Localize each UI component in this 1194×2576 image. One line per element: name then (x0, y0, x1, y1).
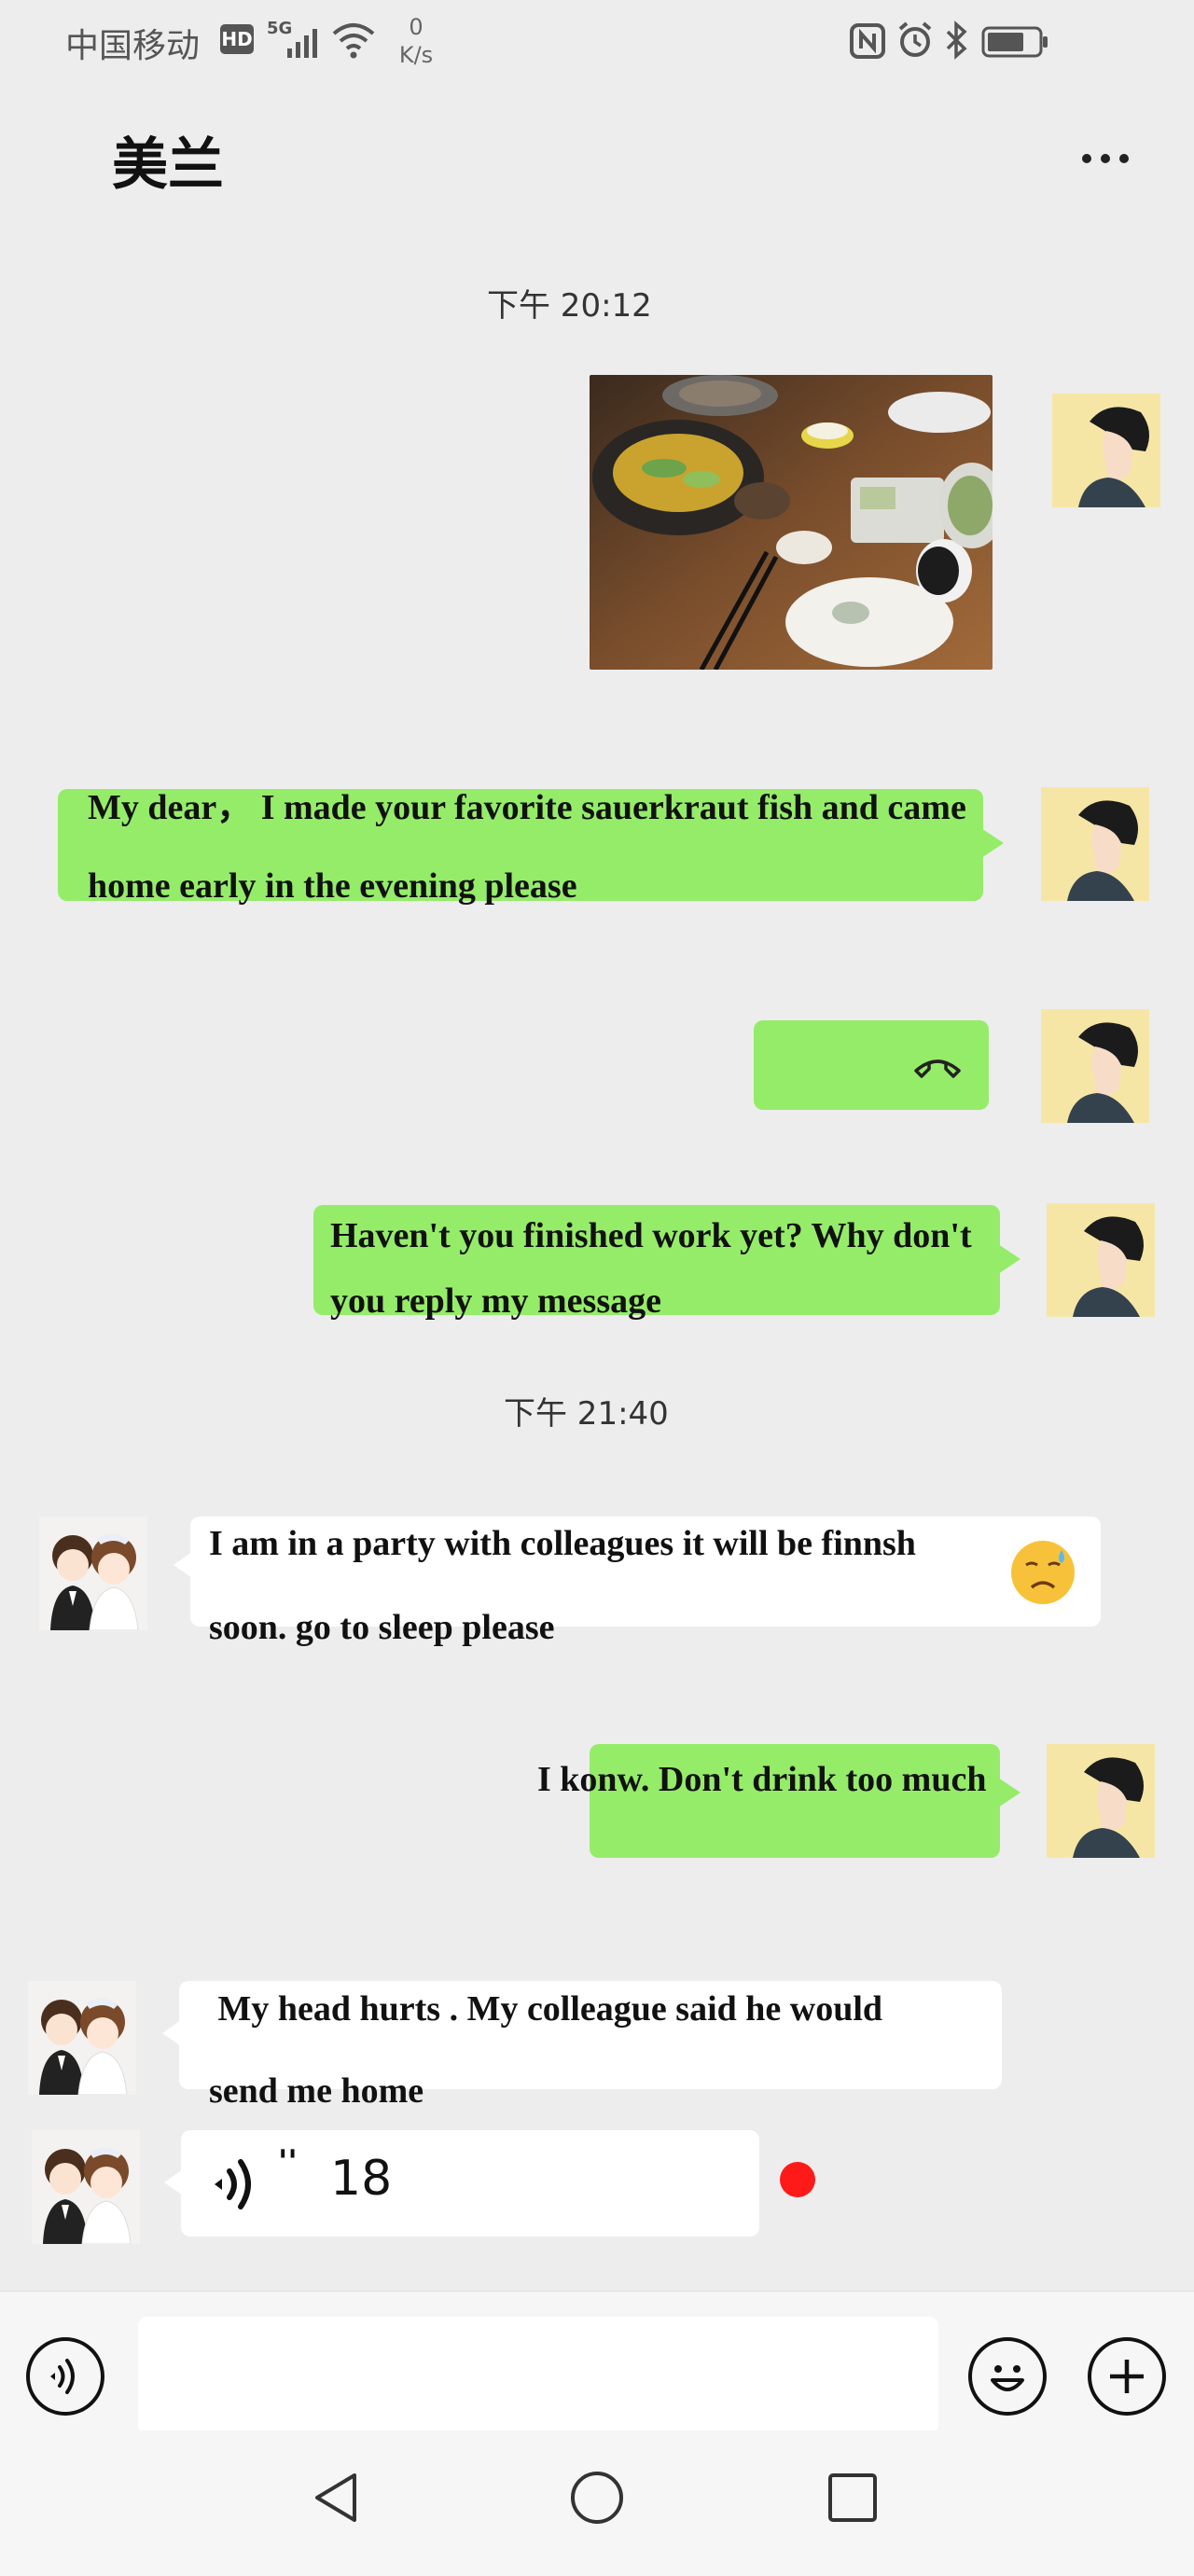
more-icon-dot (1101, 154, 1110, 163)
alarm-icon (898, 21, 932, 57)
avatar-image (1047, 1203, 1155, 1317)
bubble-tail (998, 1778, 1020, 1807)
avatar-image (28, 1981, 136, 2095)
chat-title: 美兰 (112, 132, 224, 198)
status-bar: 中国移动 HD 5G 0 K/s (0, 0, 1194, 86)
hang-up-icon (914, 1059, 961, 1078)
signal-icon (287, 29, 317, 58)
bluetooth-icon (946, 21, 967, 60)
text-message-bubble[interactable]: I konw. Don't drink too much (537, 1744, 1000, 1858)
timestamp: 下午 21:40 (504, 1395, 669, 1433)
contact-avatar[interactable] (39, 1517, 147, 1630)
recents-nav-icon[interactable] (826, 2472, 879, 2524)
unread-dot (780, 2162, 815, 2197)
net-speed: 0 K/s (388, 13, 444, 69)
contact-avatar[interactable] (32, 2130, 140, 2244)
avatar-image (1047, 1744, 1155, 1858)
more-icon (1082, 154, 1091, 163)
bubble-tail (981, 828, 1004, 858)
avatar-image (32, 2130, 140, 2244)
avatar-image (1052, 394, 1160, 507)
more-icon-dot (1119, 154, 1129, 163)
my-avatar[interactable] (1047, 1744, 1155, 1858)
net-speed-unit: K/s (398, 42, 434, 68)
add-button[interactable] (1088, 2337, 1166, 2416)
add-icon (1110, 2360, 1144, 2393)
seconds-mark: '' (278, 2143, 298, 2181)
battery-icon (981, 26, 1048, 58)
avatar-image (1041, 1009, 1149, 1123)
crying-emoji-icon (1011, 1541, 1075, 1604)
my-avatar[interactable] (1041, 1009, 1149, 1123)
voice-icon (215, 2159, 251, 2209)
bubble-tail (162, 2020, 181, 2046)
net-speed-value: 0 (409, 14, 423, 40)
my-avatar[interactable] (1052, 394, 1160, 507)
my-avatar[interactable] (1041, 787, 1149, 901)
bubble-tail (174, 1552, 192, 1578)
photo-message[interactable] (590, 375, 993, 670)
text-message-bubble[interactable]: My head hurts . My colleague said he wou… (179, 1981, 1002, 2111)
emoji-button[interactable] (968, 2337, 1047, 2416)
voice-message-bubble[interactable]: '' 18 (181, 2130, 759, 2237)
message-input[interactable] (138, 2317, 938, 2434)
nfc-icon (850, 23, 885, 59)
avatar-image (1041, 787, 1149, 901)
voice-icon (50, 2359, 75, 2394)
voice-input-button[interactable] (26, 2337, 104, 2416)
voice-duration: 18 (330, 2151, 393, 2207)
my-avatar[interactable] (1047, 1203, 1155, 1317)
hd-badge: HD (220, 24, 254, 54)
text-message-bubble[interactable]: My dear， I made your favorite sauerkraut… (58, 788, 983, 906)
contact-avatar[interactable] (28, 1981, 136, 2095)
message-text: My dear， I made your favorite sauerkraut… (88, 788, 966, 906)
bubble-tail (998, 1244, 1020, 1274)
text-message-bubble[interactable]: Haven't you finished work yet? Why don't… (313, 1205, 1000, 1321)
message-text: Haven't you finished work yet? Why don't… (330, 1216, 972, 1321)
message-text: I am in a party with colleagues it will … (209, 1524, 916, 1647)
system-nav-bar (0, 2431, 1194, 2576)
more-button[interactable] (1082, 149, 1138, 167)
call-record-bubble[interactable] (754, 1020, 989, 1110)
text-message-bubble[interactable]: I am in a party with colleagues it will … (190, 1517, 1101, 1647)
emoji-icon (991, 2365, 1024, 2391)
bubble-tail (164, 2169, 183, 2195)
avatar-image (39, 1517, 147, 1630)
message-text: My head hurts . My colleague said he wou… (209, 1989, 892, 2111)
food-photo-image (590, 375, 993, 670)
message-text: I konw. Don't drink too much (537, 1760, 987, 1799)
timestamp: 下午 20:12 (487, 287, 652, 325)
carrier-label: 中国移动 (65, 27, 201, 65)
wifi-icon (332, 23, 375, 59)
back-nav-icon[interactable] (310, 2470, 362, 2526)
home-nav-icon[interactable] (569, 2470, 625, 2526)
